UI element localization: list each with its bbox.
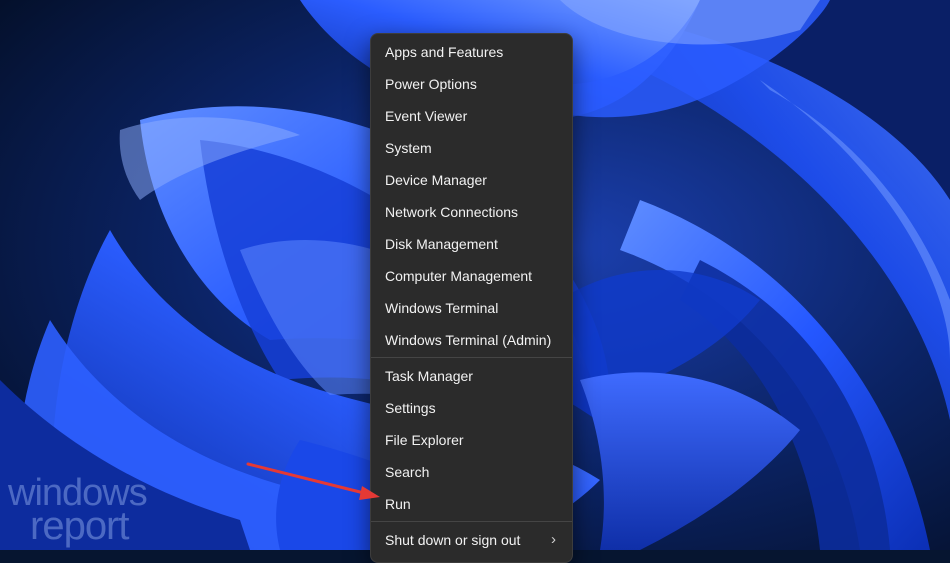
red-annotation-arrow [246, 462, 380, 500]
arrow-shaft [246, 462, 370, 496]
arrow-head-icon [359, 486, 380, 500]
